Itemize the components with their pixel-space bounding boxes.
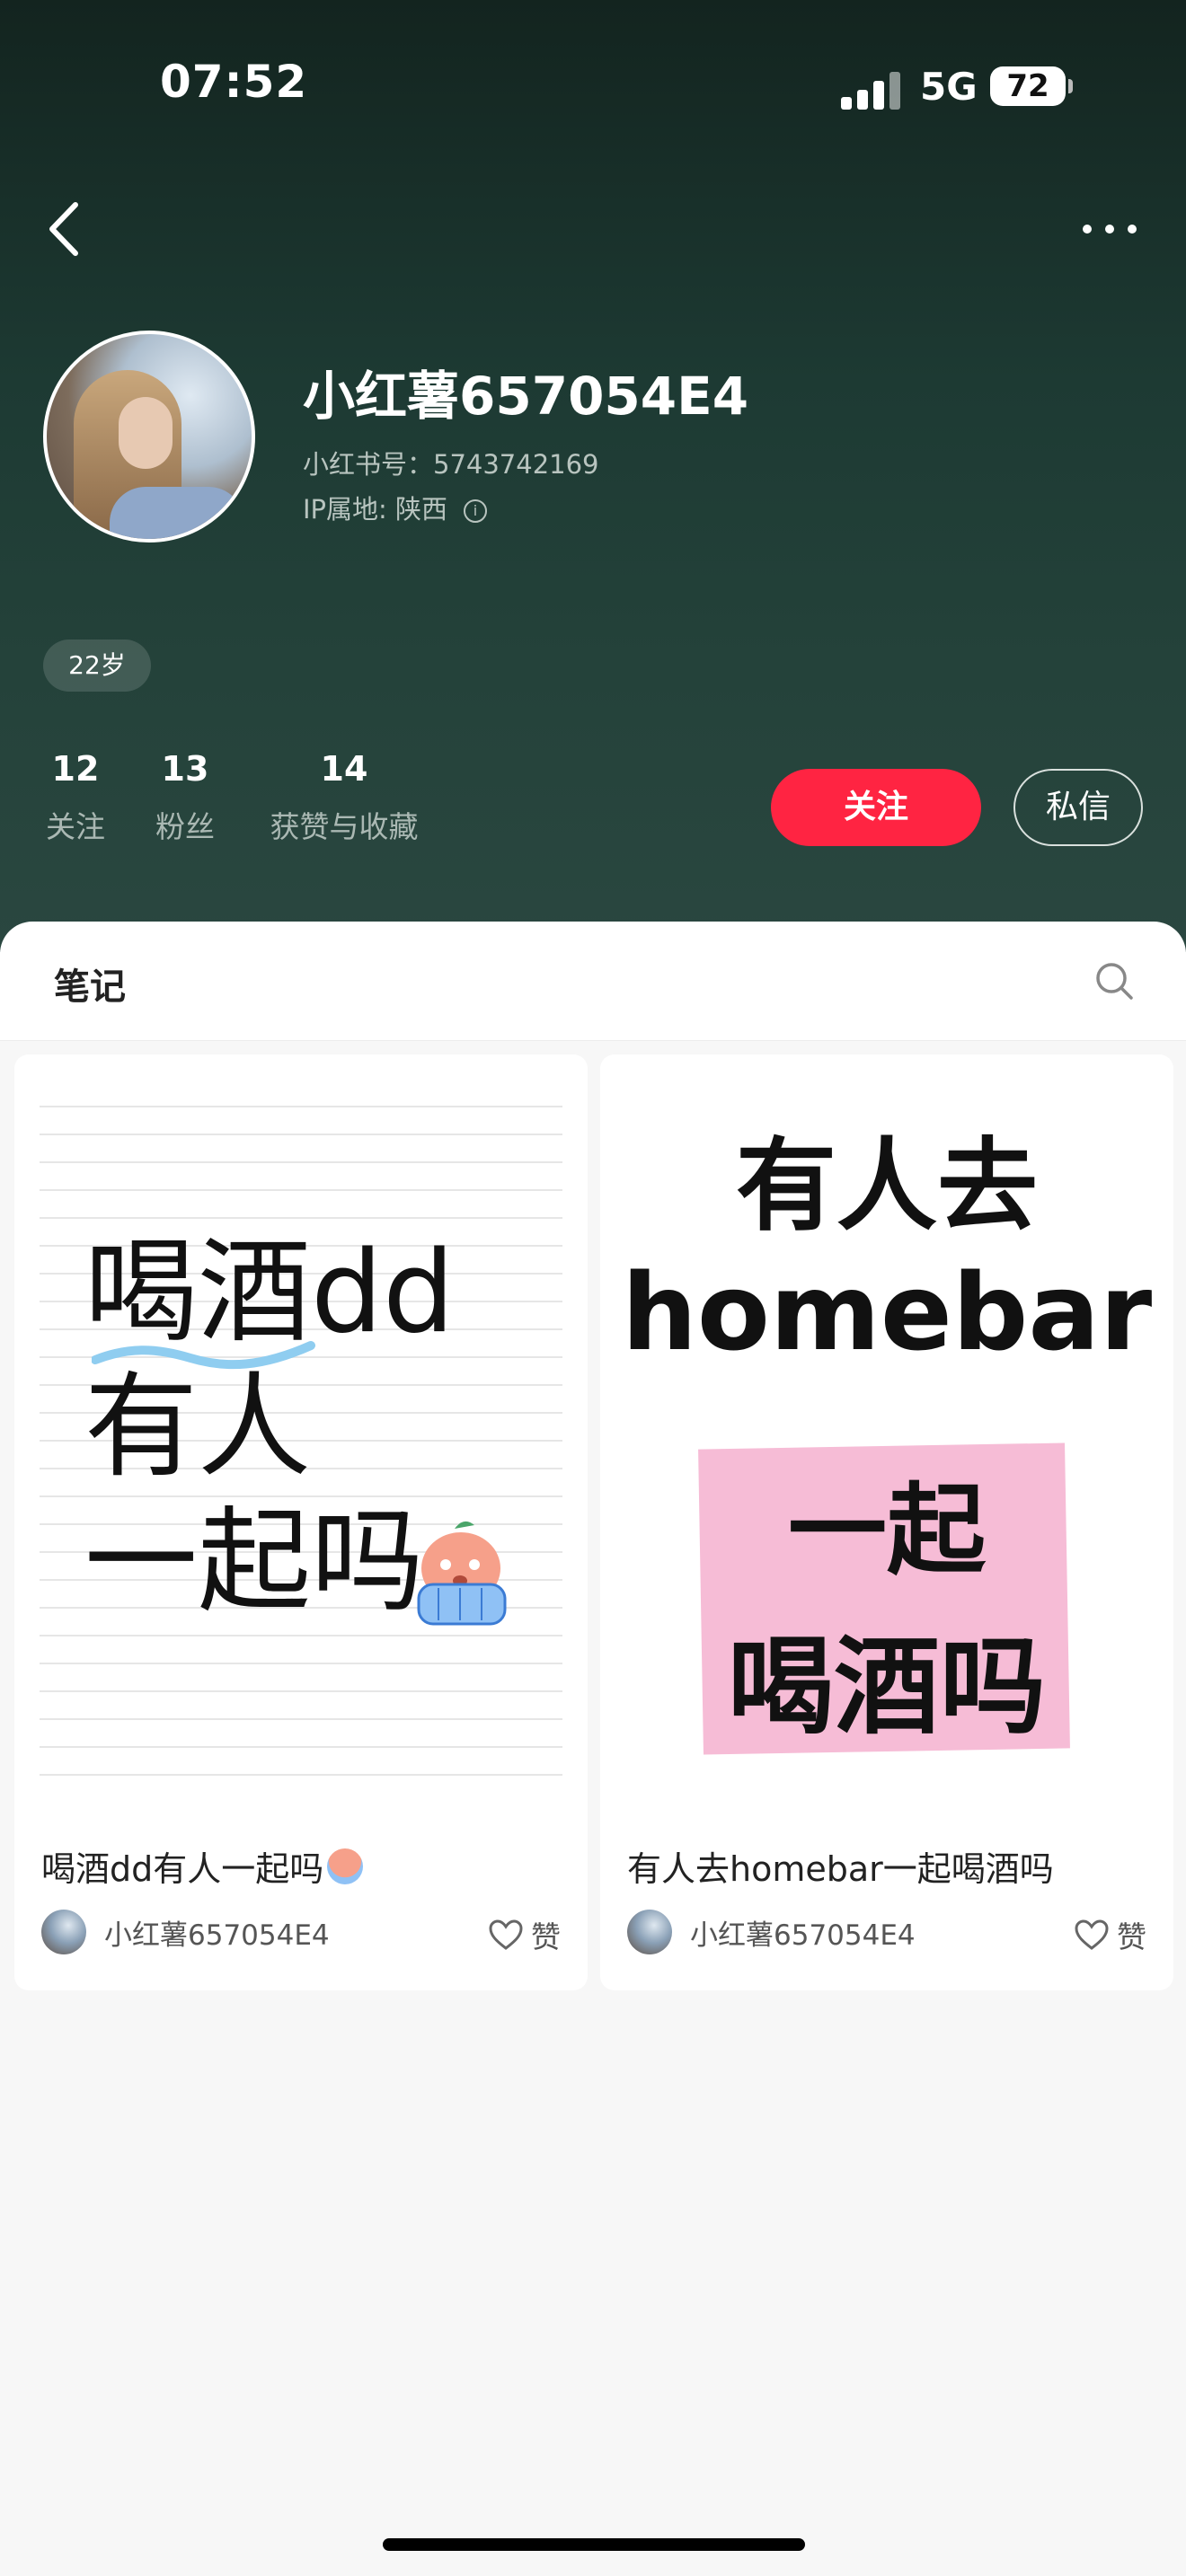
author-avatar (41, 1910, 86, 1954)
cover-line: 有人去 (736, 1128, 1038, 1245)
status-time: 07:52 (160, 56, 308, 108)
tab-notes[interactable]: 笔记 (54, 957, 126, 1010)
message-button[interactable]: 私信 (1013, 769, 1143, 846)
age-tag: 22岁 (43, 640, 151, 692)
battery-icon: 72 (990, 66, 1073, 106)
red-id[interactable]: 小红书号：5743742169 (303, 444, 599, 481)
author-name: 小红薯657054E4 (690, 1919, 916, 1952)
signal-icon (841, 68, 902, 110)
search-icon (1096, 963, 1133, 1000)
stat-following-num: 12 (51, 749, 100, 789)
stat-followers[interactable]: 13 粉丝 (151, 749, 219, 846)
ip-location: IP属地: 陕西 i (303, 489, 488, 526)
like-label: 赞 (1117, 1919, 1146, 1954)
author-avatar (627, 1910, 672, 1954)
note-card[interactable]: 喝酒dd 有人 一起吗 喝酒dd有人一起吗 小红薯657054E4 赞 (14, 1054, 588, 1990)
cover-line: 有人 (84, 1361, 311, 1493)
stat-followers-num: 13 (161, 749, 209, 789)
network-label: 5G (920, 65, 978, 109)
cover-line: 一起吗 (84, 1495, 424, 1628)
heart-icon (1075, 1919, 1109, 1950)
note-cover[interactable]: 有人去 homebar 一起 喝酒吗 (600, 1054, 1173, 1805)
stat-likes-num: 14 (320, 749, 368, 789)
crying-peach-icon (417, 1521, 507, 1626)
stat-likes[interactable]: 14 获赞与收藏 (261, 749, 428, 846)
profile-avatar[interactable] (43, 331, 255, 543)
author-name: 小红薯657054E4 (104, 1919, 330, 1952)
follow-button[interactable]: 关注 (771, 769, 981, 846)
like-label: 赞 (531, 1919, 561, 1954)
more-button[interactable] (1078, 214, 1141, 244)
status-bar: 07:52 5G 72 (0, 0, 1186, 171)
profile-name: 小红薯657054E4 (303, 366, 749, 427)
search-button[interactable] (1093, 959, 1136, 1002)
like-button[interactable]: 赞 (1074, 1913, 1146, 1956)
back-button[interactable] (45, 198, 84, 260)
chevron-left-icon (49, 202, 78, 256)
note-author[interactable]: 小红薯657054E4 (627, 1908, 916, 1956)
crying-emoji-icon (327, 1848, 364, 1884)
heart-icon (489, 1919, 523, 1950)
more-dots-icon (1083, 225, 1137, 234)
note-card[interactable]: 有人去 homebar 一起 喝酒吗 有人去homebar一起喝酒吗 小红薯65… (600, 1054, 1173, 1990)
note-title[interactable]: 有人去homebar一起喝酒吗 (627, 1841, 1054, 1891)
cover-line: homebar (621, 1250, 1153, 1374)
stat-following[interactable]: 12 关注 (41, 749, 110, 846)
note-title-text: 喝酒dd有人一起吗 (41, 1849, 324, 1889)
note-cover[interactable]: 喝酒dd 有人 一起吗 (14, 1054, 588, 1805)
note-author[interactable]: 小红薯657054E4 (41, 1908, 330, 1956)
cover-line: 一起 (788, 1473, 986, 1588)
underline-squiggle-icon (92, 1341, 315, 1370)
ip-location-text: IP属地: 陕西 (303, 494, 448, 525)
stat-followers-label: 粉丝 (155, 809, 215, 844)
cover-line: 喝酒吗 (727, 1625, 1046, 1749)
home-indicator[interactable] (383, 2538, 805, 2551)
cover-text: 喝酒dd 有人 一起吗 (84, 1225, 455, 1629)
note-title[interactable]: 喝酒dd有人一起吗 (41, 1841, 364, 1891)
stat-following-label: 关注 (46, 809, 105, 844)
notes-tab-bar: 笔记 (0, 922, 1186, 1041)
info-icon[interactable]: i (464, 499, 488, 523)
stat-likes-label: 获赞与收藏 (270, 809, 419, 844)
like-button[interactable]: 赞 (488, 1913, 561, 1956)
